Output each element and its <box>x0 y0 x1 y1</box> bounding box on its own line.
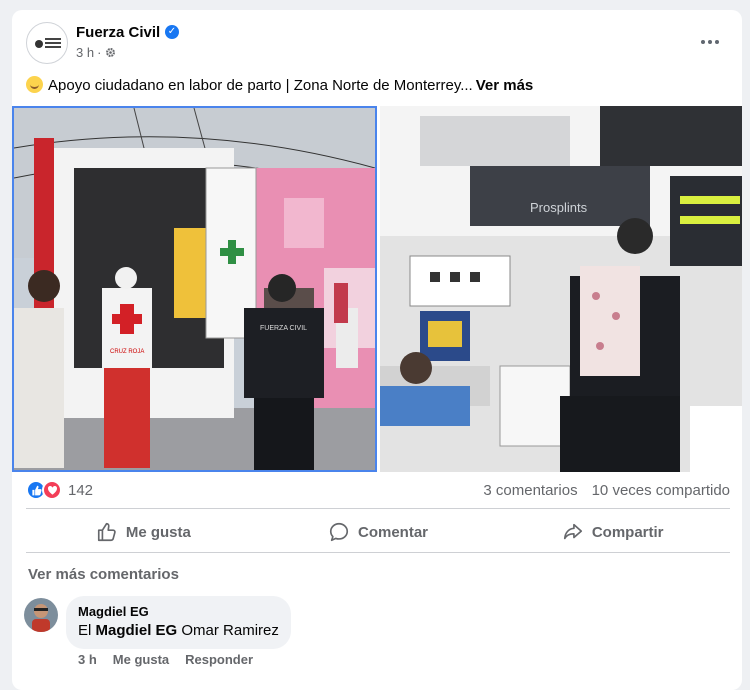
post-meta: 3 h · <box>76 45 117 60</box>
cabinet-brand-label: Prosplints <box>530 200 588 215</box>
post-header: Fuerza Civil ✓ 3 h · <box>26 22 726 68</box>
meta-separator: · <box>97 45 102 60</box>
post-caption: Apoyo ciudadano en labor de parto | Zona… <box>48 77 473 94</box>
post-stats: 142 3 comentarios 10 veces compartido <box>26 480 730 502</box>
love-reaction-icon <box>42 480 62 500</box>
commenter-avatar[interactable] <box>24 598 58 632</box>
logo-emblem <box>35 40 43 48</box>
engagement-counts: 3 comentarios 10 veces compartido <box>483 482 730 499</box>
thumbs-up-icon <box>97 522 116 542</box>
divider-top <box>26 508 730 509</box>
share-button[interactable]: Compartir <box>495 510 730 554</box>
page-name[interactable]: Fuerza Civil <box>76 24 160 41</box>
comment-button[interactable]: Comentar <box>261 510 496 554</box>
share-button-label: Compartir <box>591 523 664 541</box>
comment-like-button[interactable]: Me gusta <box>113 652 169 667</box>
comment-bubble-icon <box>329 522 349 542</box>
comment-bubble: Magdiel EG El Magdiel EG Omar Ramirez <box>66 596 291 649</box>
logo-wordmark <box>45 38 61 50</box>
comment-reply-button[interactable]: Responder <box>185 652 253 667</box>
comment-actions: 3 h Me gusta Responder <box>78 652 253 667</box>
post-actions: Me gusta Comentar Compartir <box>26 510 730 554</box>
photo-ambulance-interior[interactable]: Prosplints <box>380 106 742 472</box>
post-media: CRUZ ROJA FUERZA CIVIL Prosplints <box>12 106 742 472</box>
photo-ambulance-exterior[interactable]: CRUZ ROJA FUERZA CIVIL <box>12 106 377 472</box>
comment-item: Magdiel EG El Magdiel EG Omar Ramirez 3 … <box>24 596 724 676</box>
comment-mention[interactable]: Magdiel EG <box>96 622 178 639</box>
shares-count-link[interactable]: 10 veces compartido <box>592 482 730 499</box>
view-more-comments-link[interactable]: Ver más comentarios <box>28 566 179 583</box>
comment-prefix: El <box>78 622 92 639</box>
divider-bottom <box>26 552 730 553</box>
baby-emoji-icon <box>26 76 43 93</box>
post-time[interactable]: 3 h <box>76 45 94 60</box>
page-avatar[interactable] <box>26 22 68 64</box>
gear-icon <box>106 48 116 57</box>
reactions-summary[interactable]: 142 <box>26 480 93 500</box>
ambulance-exterior-illustration: CRUZ ROJA FUERZA CIVIL <box>14 108 375 470</box>
like-button-label: Me gusta <box>125 523 191 541</box>
comments-count-link[interactable]: 3 comentarios <box>483 482 577 499</box>
post-text: Apoyo ciudadano en labor de parto | Zona… <box>26 76 533 94</box>
paramedic-vest-label: CRUZ ROJA <box>110 349 144 355</box>
ambulance-interior-illustration: Prosplints <box>380 106 742 472</box>
more-options-icon[interactable] <box>694 28 726 56</box>
like-button[interactable]: Me gusta <box>26 510 261 554</box>
post-card: Fuerza Civil ✓ 3 h · Apoyo ciudadano en … <box>12 10 742 690</box>
reactions-count: 142 <box>68 481 94 499</box>
comment-text: El Magdiel EG Omar Ramirez <box>78 622 279 639</box>
share-arrow-icon <box>563 523 582 540</box>
officer-vest-label: FUERZA CIVIL <box>260 325 307 332</box>
comment-rest: Omar Ramirez <box>181 622 279 639</box>
comment-author[interactable]: Magdiel EG <box>78 604 279 619</box>
comment-time[interactable]: 3 h <box>78 652 97 667</box>
see-more-link[interactable]: Ver más <box>476 77 534 94</box>
verified-badge-icon: ✓ <box>165 25 179 39</box>
comment-button-label: Comentar <box>358 523 429 541</box>
